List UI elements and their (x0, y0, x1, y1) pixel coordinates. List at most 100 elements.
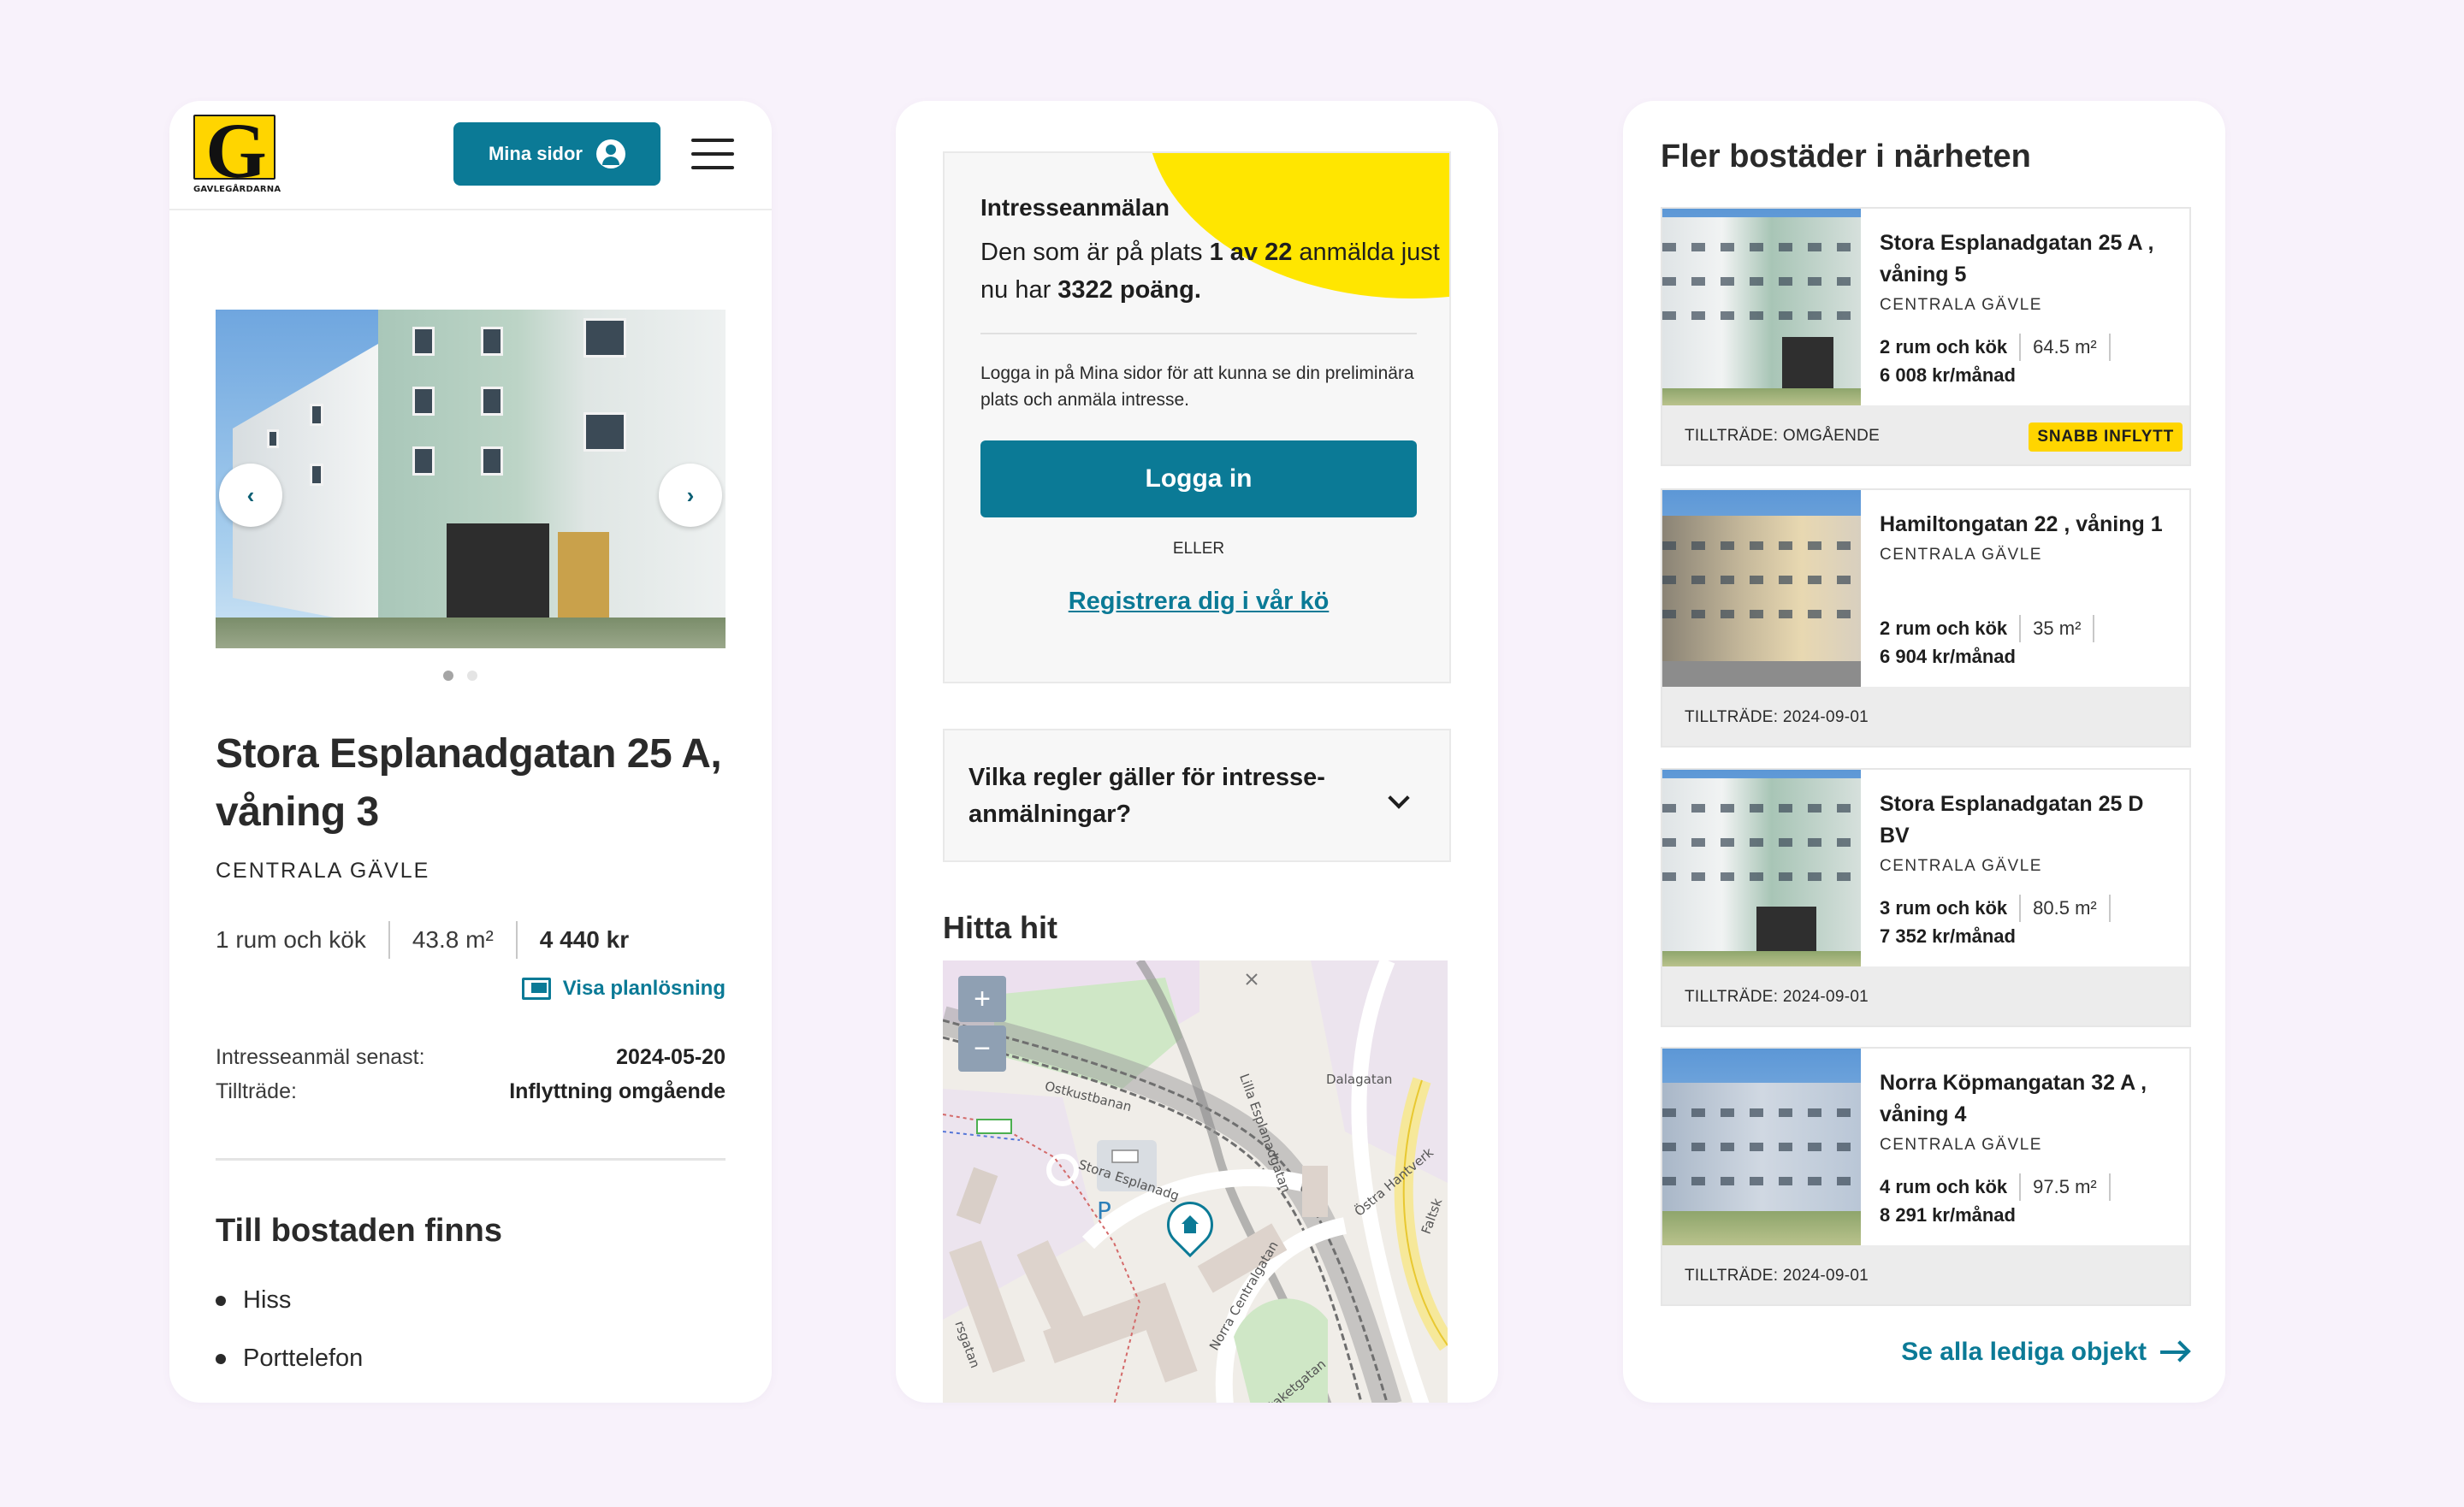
listing-body: Hamiltongatan 22 , våning 1 CENTRALA GÄV… (1880, 509, 2179, 564)
listing-access: TILLTRÄDE: 2024-09-01 (1685, 988, 1869, 1006)
listing-body: Stora Esplanadgatan 25 A , våning 5 CENT… (1880, 228, 2179, 315)
listing-access: TILLTRÄDE: OMGÅENDE (1685, 427, 1881, 445)
nearby-card: Fler bostäder i närheten Stora Esplanadg… (1623, 101, 2225, 1403)
property-district: CENTRALA GÄVLE (216, 859, 430, 883)
login-button[interactable]: Logga in (980, 440, 1417, 517)
window (267, 429, 279, 448)
window (412, 327, 435, 356)
parking-label: P (1097, 1197, 1111, 1225)
listing-facts: 4 rum och kök 97.5 m² (1880, 1173, 2123, 1201)
listing-photo (1662, 770, 1861, 966)
divider (388, 921, 390, 959)
chevron-down-icon (1388, 787, 1410, 809)
listing-area: 97.5 m² (2033, 1176, 2097, 1197)
access-row: Tillträde: Inflyttning omgående (216, 1079, 726, 1104)
logo-text: GAVLEGÅRDARNA (193, 185, 281, 194)
zoom-out-button[interactable]: − (958, 1025, 1006, 1072)
access-label: Tillträde: (216, 1079, 297, 1103)
see-all-link[interactable]: Se alla lediga objekt (1901, 1338, 2186, 1367)
hamburger-menu-icon[interactable] (691, 139, 734, 169)
mina-sidor-button[interactable]: Mina sidor (453, 122, 660, 186)
map[interactable]: + − Ostkustbanan Stora Esplanadg Lilla E… (943, 960, 1448, 1403)
zoom-in-button[interactable]: + (958, 976, 1006, 1022)
amenities-heading: Till bostaden finns (216, 1213, 502, 1249)
carousel-dot-active[interactable] (443, 671, 453, 681)
carousel-prev-button[interactable]: ‹ (219, 464, 282, 527)
carousel-dot[interactable] (467, 671, 477, 681)
listing-rooms: 2 rum och kök (1880, 336, 2008, 358)
logo-mark: G (193, 115, 275, 180)
listing-district: CENTRALA GÄVLE (1880, 296, 2042, 314)
carousel-next-button[interactable]: › (659, 464, 722, 527)
interest-deadline-label: Intresseanmäl senast: (216, 1045, 425, 1069)
floorplan-icon (521, 978, 551, 1000)
queue-text-1: Den som är på plats (980, 239, 1210, 266)
divider (515, 921, 518, 959)
listing-access: TILLTRÄDE: 2024-09-01 (1685, 1267, 1869, 1285)
area-value: 43.8 m² (412, 926, 494, 953)
window (412, 387, 435, 416)
window (412, 446, 435, 476)
amenity-item: Porttelefon (216, 1344, 363, 1373)
queue-points: 3322 poäng. (1057, 276, 1201, 304)
mina-sidor-label: Mina sidor (488, 143, 583, 164)
nearby-heading: Fler bostäder i närheten (1661, 139, 2031, 174)
user-circle-icon (596, 139, 625, 168)
listing-photo (1662, 490, 1861, 687)
chevron-right-icon: › (686, 482, 695, 508)
listing-body: Norra Köpmangatan 32 A , våning 4 CENTRA… (1880, 1067, 2179, 1155)
nearby-listing[interactable]: Stora Esplanadgatan 25 D BV CENTRALA GÄV… (1661, 768, 2191, 1027)
listing-rooms: 2 rum och kök (1880, 618, 2008, 639)
listing-rooms: 4 rum och kök (1880, 1176, 2008, 1197)
carousel-dots (443, 671, 477, 681)
nearby-listing[interactable]: Norra Köpmangatan 32 A , våning 4 CENTRA… (1661, 1047, 2191, 1306)
street-label: Dalagatan (1326, 1072, 1393, 1087)
window (583, 412, 626, 452)
floorplan-link-label: Visa planlösning (562, 977, 726, 1000)
rent-value: 4 440 kr (539, 926, 630, 953)
listing-rent: 6 904 kr/månad (1880, 646, 2016, 667)
listing-area: 80.5 m² (2033, 897, 2097, 919)
listing-photo (1662, 1049, 1861, 1245)
property-title: Stora Esplanadgatan 25 A, våning 3 (216, 731, 722, 835)
nearby-listing[interactable]: Hamiltongatan 22 , våning 1 CENTRALA GÄV… (1661, 488, 2191, 748)
window (583, 318, 626, 358)
floorplan-link[interactable]: Visa planlösning (521, 977, 726, 1001)
interest-title: Intresseanmälan (980, 194, 1170, 221)
login-hint: Logga in på Mina sidor för att kunna se … (980, 363, 1414, 410)
listing-district: CENTRALA GÄVLE (1880, 546, 2042, 564)
window (310, 404, 323, 426)
listing-footer: TILLTRÄDE: 2024-09-01 (1662, 966, 2189, 1025)
interest-card: Intresseanmälan Den som är på plats 1 av… (896, 101, 1498, 1403)
nearby-listing[interactable]: Stora Esplanadgatan 25 A , våning 5 CENT… (1661, 207, 2191, 466)
window (481, 446, 503, 476)
or-label: ELLER (1172, 540, 1225, 558)
map-heading: Hitta hit (943, 910, 1057, 945)
listing-district: CENTRALA GÄVLE (1880, 857, 2042, 875)
listing-rent: 7 352 kr/månad (1880, 925, 2016, 947)
interest-deadline-value: 2024-05-20 (616, 1045, 726, 1069)
window (310, 464, 323, 486)
register-link[interactable]: Registrera dig i vår kö (980, 588, 1417, 616)
listing-body: Stora Esplanadgatan 25 D BV CENTRALA GÄV… (1880, 789, 2179, 876)
see-all-label: Se alla lediga objekt (1901, 1338, 2147, 1366)
building-entrance (447, 523, 549, 628)
listing-footer: TILLTRÄDE: 2024-09-01 (1662, 1245, 2189, 1304)
property-photo-carousel[interactable]: ‹ › (216, 310, 726, 648)
listing-title: Norra Köpmangatan 32 A , våning 4 (1880, 1071, 2147, 1126)
listing-facts: 3 rum och kök 80.5 m² (1880, 895, 2123, 922)
listing-facts: 2 rum och kök 64.5 m² (1880, 334, 2123, 361)
interest-deadline-row: Intresseanmäl senast: 2024-05-20 (216, 1045, 726, 1070)
listing-area: 64.5 m² (2033, 336, 2097, 358)
chevron-left-icon: ‹ (246, 482, 255, 508)
amenity-label: Porttelefon (243, 1344, 364, 1372)
listing-title: Stora Esplanadgatan 25 A , våning 5 (1880, 231, 2154, 287)
interest-panel: Intresseanmälan Den som är på plats 1 av… (943, 151, 1451, 683)
listing-footer: TILLTRÄDE: OMGÅENDE SNABB INFLYTT (1662, 405, 2189, 464)
gavlegardarna-logo[interactable]: G GAVLEGÅRDARNA (193, 115, 281, 197)
amenity-item: Hiss (216, 1286, 291, 1315)
listing-rent: 8 291 kr/månad (1880, 1204, 2016, 1226)
faq-accordion[interactable]: Vilka regler gäller för intresse-anmälni… (943, 729, 1451, 862)
amenity-label: Hiss (243, 1286, 292, 1314)
listing-title: Hamiltongatan 22 , våning 1 (1880, 512, 2163, 536)
